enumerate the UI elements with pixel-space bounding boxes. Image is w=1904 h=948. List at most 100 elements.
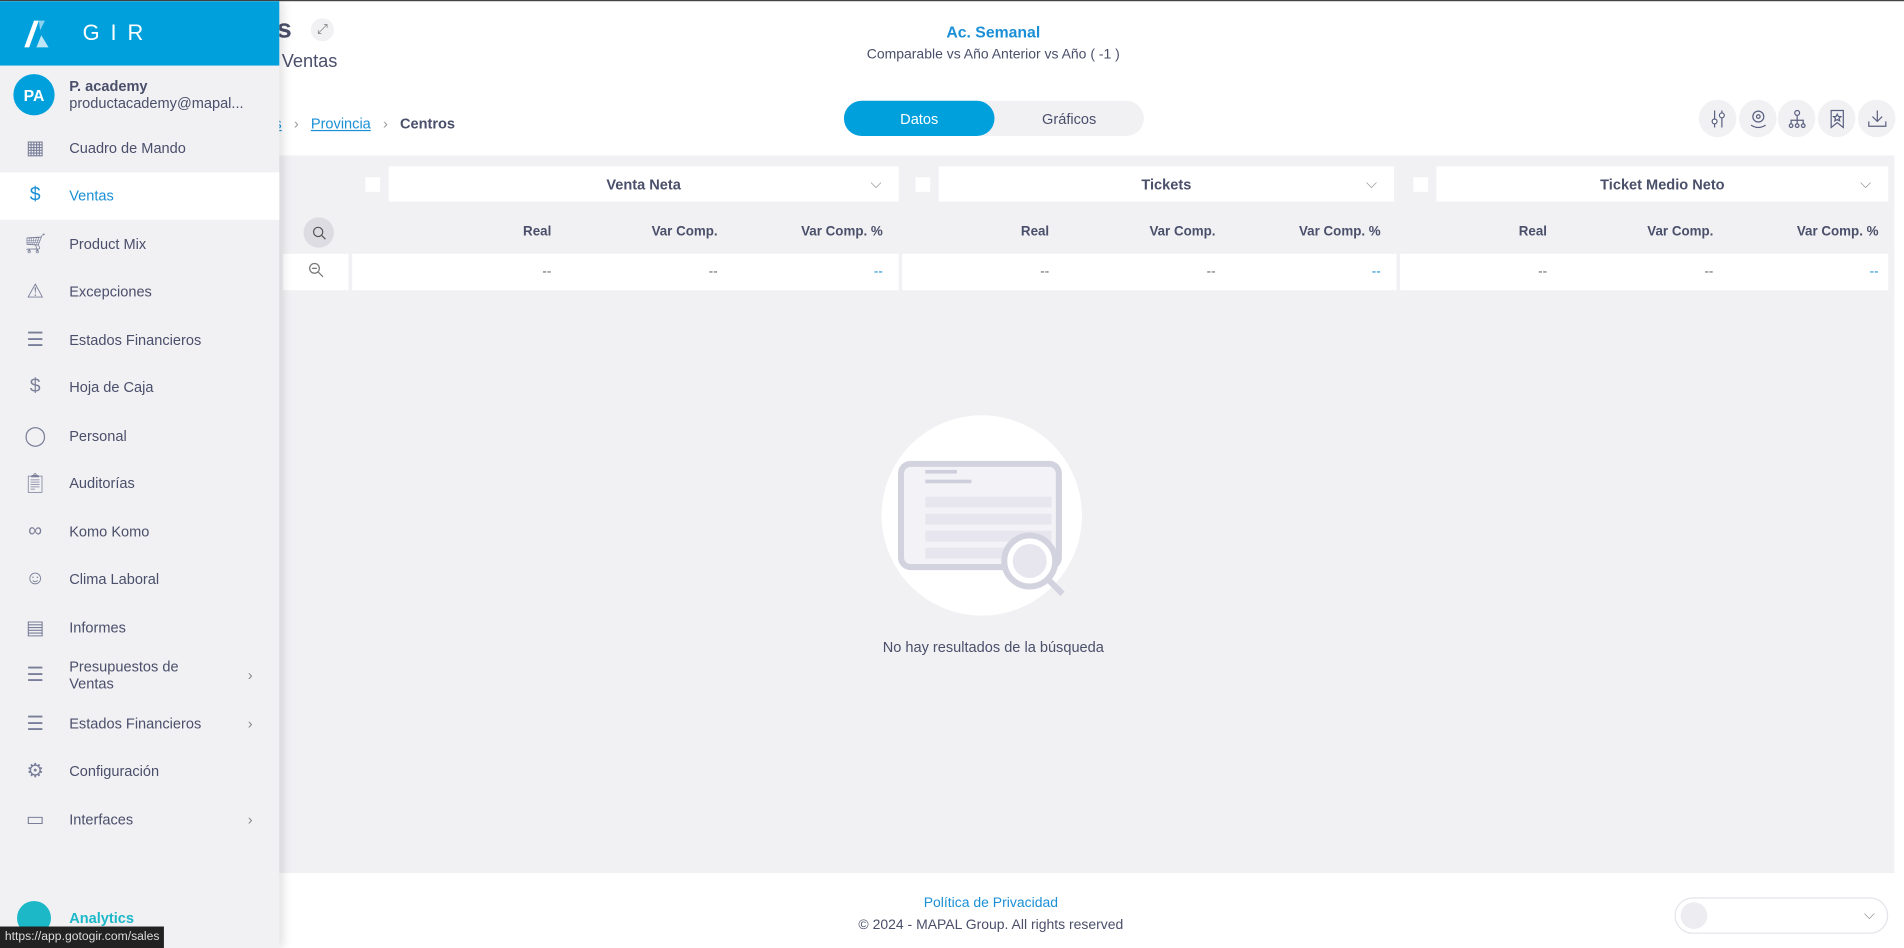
sidebar-item-komo-komo[interactable]: ∞ Komo Komo (0, 508, 279, 556)
sidebar-item-label: Personal (69, 427, 127, 445)
gear-icon: ⚙ (26, 761, 44, 783)
metric-label: Ticket Medio Neto (1600, 175, 1725, 193)
chevron-down-icon: ⌵ (1863, 905, 1875, 923)
chevron-down-icon: ⌵ (1365, 174, 1378, 192)
sidebar-item-estados-financieros[interactable]: ☰ Estados Financieros › (0, 699, 279, 747)
bookmark-icon[interactable] (1817, 99, 1856, 138)
empty-illustration (881, 415, 1082, 616)
chevron-right-icon: › (247, 810, 253, 828)
metric-select-2[interactable]: Tickets ⌵ (938, 166, 1395, 202)
report-icon: ▤ (26, 617, 45, 639)
sidebar-item-clima-laboral[interactable]: ☺ Clima Laboral (0, 556, 279, 604)
sidebar-item-label: Estados Financieros (69, 331, 202, 349)
user-email: productacademy@mapal... (69, 94, 244, 112)
analytics-label: Analytics (69, 909, 135, 927)
empty-message: No hay resultados de la búsqueda (882, 638, 1104, 656)
checkbox-tickets[interactable] (915, 177, 931, 192)
sidebar-item-interfaces[interactable]: ▭ Interfaces › (0, 795, 279, 843)
sidebar-item-product-mix[interactable]: 🛒︎ Product Mix (0, 220, 279, 268)
person-icon: ◯ (24, 425, 47, 447)
expand-icon[interactable]: ⤢ (310, 18, 334, 42)
location-icon[interactable] (1738, 99, 1777, 138)
breadcrumb-current: Centros (399, 115, 456, 133)
url-tooltip: https://app.gotogir.com/sales (0, 926, 165, 948)
bottom-select[interactable]: ⌵ (1674, 897, 1889, 934)
document-icon: ☰ (26, 713, 44, 735)
sidebar-item-label: Presupuestos de Ventas (69, 658, 179, 693)
sidebar-item-excepciones[interactable]: ⚠︎ Excepciones (0, 268, 279, 316)
sidebar-item-cuadro-de-mando[interactable]: ▦ Cuadro de Mando (0, 124, 279, 172)
budget-icon: ☰ (26, 665, 44, 687)
money-bag-icon: $ (29, 376, 41, 398)
metric-select-3[interactable]: Ticket Medio Neto ⌵ (1436, 166, 1889, 202)
view-toggle: Datos Gráficos (843, 100, 1144, 137)
table-cell: -- (542, 264, 552, 280)
search-icon[interactable] (303, 217, 334, 248)
table-cell: -- (1704, 264, 1714, 280)
column-header[interactable]: Var Comp. (1070, 225, 1215, 240)
chevron-right-icon: › (247, 714, 253, 732)
column-header[interactable]: Real (1401, 225, 1547, 240)
clipboard-icon: 📋︎ (22, 473, 48, 495)
sidebar-item-ventas[interactable]: $ Ventas (0, 171, 280, 220)
sidebar-item-label: Hoja de Caja (69, 379, 154, 397)
sidebar-item-auditor-as[interactable]: 📋︎ Auditorías (0, 460, 279, 508)
sidebar-item-presupuestos-de-ventas[interactable]: ☰ Presupuestos de Ventas › (0, 651, 279, 699)
column-header[interactable]: Real (406, 225, 551, 240)
chevron-right-icon: › (247, 666, 253, 684)
sidebar: GIR PA P. academy productacademy@mapal...… (0, 1, 280, 948)
checkbox-ticket-medio[interactable] (1413, 177, 1429, 192)
sidebar-item-informes[interactable]: ▤ Informes (0, 604, 279, 652)
table-cell: -- (873, 264, 883, 280)
sidebar-item-configuraci-n[interactable]: ⚙ Configuración (0, 747, 279, 795)
user-profile[interactable]: PA P. academy productacademy@mapal... (0, 66, 279, 124)
sidebar-item-label: Komo Komo (69, 523, 150, 541)
table-cell: -- (1206, 264, 1216, 280)
column-header[interactable]: Var Comp. (1568, 225, 1713, 240)
sidebar-item-estados-financieros[interactable]: ☰ Estados Financieros (0, 316, 279, 364)
sidebar-item-label: Configuración (69, 762, 160, 780)
sidebar-item-label: Excepciones (69, 283, 152, 301)
avatar: PA (13, 74, 55, 116)
table-cell: -- (1371, 264, 1381, 280)
column-header[interactable]: Var Comp. % (1235, 225, 1381, 240)
filters-icon[interactable] (1698, 99, 1737, 138)
sidebar-header: GIR (0, 1, 280, 66)
hierarchy-icon[interactable] (1777, 99, 1816, 138)
sidebar-item-label: Estados Financieros (69, 714, 202, 732)
column-header[interactable]: Var Comp. % (737, 225, 883, 240)
sidebar-item-label: Cuadro de Mando (69, 139, 186, 157)
chevron-down-icon: ⌵ (870, 174, 882, 192)
breadcrumb: s › Provincia › Centros (274, 115, 455, 132)
column-header[interactable]: Var Comp. (572, 225, 718, 240)
brand-name: GIR (82, 20, 155, 45)
smile-icon: ☺ (25, 568, 46, 590)
copyright: © 2024 - MAPAL Group. All rights reserve… (858, 918, 1124, 933)
sidebar-item-label: Product Mix (69, 235, 147, 253)
sidebar-item-label: Clima Laboral (69, 571, 160, 589)
sidebar-item-label: Ventas (69, 187, 114, 205)
column-header[interactable]: Var Comp. % (1733, 225, 1879, 240)
chevron-down-icon: ⌵ (1860, 174, 1872, 192)
tab-graficos[interactable]: Gráficos (995, 101, 1144, 136)
metric-label: Tickets (1141, 175, 1192, 193)
download-icon[interactable] (1857, 99, 1896, 138)
period-label: Ac. Semanal (946, 23, 1041, 42)
cart-icon: 🛒︎ (22, 234, 48, 255)
checkbox-venta-neta[interactable] (365, 177, 381, 192)
select-avatar (1680, 902, 1708, 929)
column-header[interactable]: Real (903, 225, 1049, 240)
gir-logo-icon (24, 20, 49, 47)
window-icon: ▭ (26, 809, 45, 831)
metric-select-1[interactable]: Venta Neta ⌵ (388, 166, 899, 202)
table-cell: -- (1040, 264, 1050, 280)
sidebar-item-personal[interactable]: ◯ Personal (0, 412, 279, 460)
privacy-link[interactable]: Política de Privacidad (748, 896, 1234, 911)
tab-datos[interactable]: Datos (843, 100, 995, 137)
sidebar-item-label: Interfaces (69, 810, 134, 828)
breadcrumb-link-provincia[interactable]: Provincia (311, 115, 371, 132)
table-cell: -- (708, 264, 718, 280)
zoom-out-icon[interactable] (308, 262, 324, 284)
table-cell: -- (1869, 264, 1879, 280)
sidebar-item-hoja-de-caja[interactable]: $ Hoja de Caja (0, 364, 279, 412)
